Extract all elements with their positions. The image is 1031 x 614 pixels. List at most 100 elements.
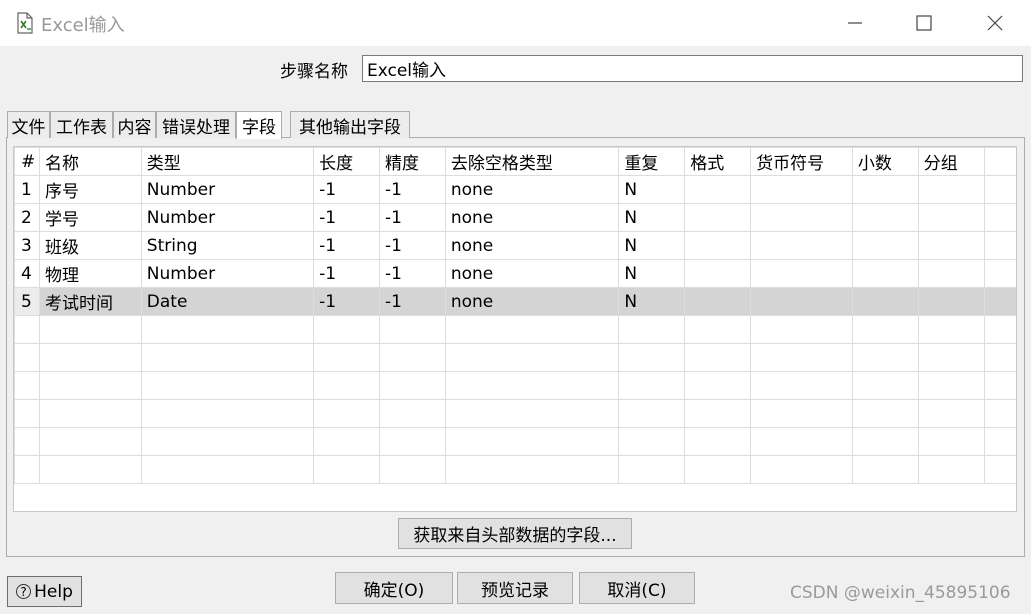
cell-precision[interactable] <box>379 455 446 484</box>
cell-name[interactable] <box>38 371 142 400</box>
cell-currency[interactable] <box>750 315 853 344</box>
empty-table-row[interactable] <box>14 371 1016 400</box>
row-index-cell[interactable] <box>14 455 40 484</box>
ok-button[interactable]: 确定(O) <box>335 572 453 604</box>
cell-decimal[interactable] <box>851 175 919 204</box>
cell-currency[interactable] <box>750 203 853 232</box>
empty-table-row[interactable] <box>14 315 1016 344</box>
cell-repeat[interactable] <box>618 371 686 400</box>
cell-length[interactable] <box>313 399 380 428</box>
close-button[interactable] <box>972 0 1018 46</box>
cell-format[interactable] <box>684 343 752 372</box>
row-index-cell[interactable]: 1 <box>14 175 40 204</box>
table-row[interactable]: 3 班级 String -1 -1 none N <box>14 231 1016 260</box>
column-header-precision[interactable]: 精度 <box>379 147 446 176</box>
cell-name[interactable]: 物理 <box>38 259 142 288</box>
cell-decimal[interactable] <box>851 287 919 316</box>
cell-decimal[interactable] <box>851 399 919 428</box>
cell-group[interactable] <box>917 399 985 428</box>
cell-format[interactable] <box>684 287 752 316</box>
tab-fields[interactable]: 字段 <box>236 111 282 139</box>
cell-type[interactable] <box>140 315 315 344</box>
cell-repeat[interactable] <box>618 427 686 456</box>
cell-group[interactable] <box>917 175 985 204</box>
tab-content[interactable]: 内容 <box>113 111 156 138</box>
cell-type[interactable]: Number <box>140 203 315 232</box>
cell-repeat[interactable] <box>618 455 686 484</box>
table-row[interactable]: 5 考试时间 Date -1 -1 none N <box>14 287 1016 316</box>
cell-repeat[interactable]: N <box>618 203 686 232</box>
row-index-cell[interactable] <box>14 371 40 400</box>
cell-group[interactable] <box>917 203 985 232</box>
cell-decimal[interactable] <box>851 427 919 456</box>
cell-format[interactable] <box>684 175 752 204</box>
cell-repeat[interactable] <box>618 343 686 372</box>
column-header-decimal[interactable]: 小数 <box>851 147 919 176</box>
cell-decimal[interactable] <box>851 259 919 288</box>
cell-repeat[interactable]: N <box>618 231 686 260</box>
row-index-cell[interactable] <box>14 343 40 372</box>
cell-decimal[interactable] <box>851 203 919 232</box>
column-header-type[interactable]: 类型 <box>140 147 315 176</box>
cell-type[interactable] <box>140 455 315 484</box>
preview-records-button[interactable]: 预览记录 <box>457 572 573 604</box>
row-index-cell[interactable]: 3 <box>14 231 40 260</box>
cell-group[interactable] <box>917 259 985 288</box>
column-header-format[interactable]: 格式 <box>684 147 752 176</box>
row-index-cell[interactable] <box>14 399 40 428</box>
cell-type[interactable]: Number <box>140 259 315 288</box>
cell-group[interactable] <box>917 343 985 372</box>
cell-repeat[interactable]: N <box>618 287 686 316</box>
cell-length[interactable] <box>313 427 380 456</box>
column-header-length[interactable]: 长度 <box>313 147 380 176</box>
cell-length[interactable]: -1 <box>313 259 380 288</box>
cell-group[interactable] <box>917 315 985 344</box>
cell-group[interactable] <box>917 455 985 484</box>
empty-table-row[interactable] <box>14 455 1016 484</box>
cancel-button[interactable]: 取消(C) <box>579 572 695 604</box>
cell-length[interactable] <box>313 343 380 372</box>
cell-currency[interactable] <box>750 427 853 456</box>
cell-format[interactable] <box>684 371 752 400</box>
cell-name[interactable] <box>38 399 142 428</box>
cell-currency[interactable] <box>750 399 853 428</box>
cell-format[interactable] <box>684 315 752 344</box>
row-index-cell[interactable]: 2 <box>14 203 40 232</box>
get-fields-from-header-button[interactable]: 获取来自头部数据的字段... <box>398 518 632 549</box>
cell-repeat[interactable] <box>618 315 686 344</box>
cell-precision[interactable]: -1 <box>379 287 446 316</box>
cell-name[interactable] <box>38 315 142 344</box>
cell-precision[interactable] <box>379 399 446 428</box>
empty-table-row[interactable] <box>14 427 1016 456</box>
cell-precision[interactable] <box>379 427 446 456</box>
minimize-button[interactable] <box>832 0 878 46</box>
cell-repeat[interactable] <box>618 399 686 428</box>
cell-currency[interactable] <box>750 231 853 260</box>
cell-format[interactable] <box>684 203 752 232</box>
column-header-repeat[interactable]: 重复 <box>618 147 686 176</box>
cell-format[interactable] <box>684 231 752 260</box>
cell-precision[interactable] <box>379 343 446 372</box>
table-row[interactable]: 1 序号 Number -1 -1 none N <box>14 175 1016 204</box>
cell-type[interactable] <box>140 371 315 400</box>
cell-precision[interactable]: -1 <box>379 175 446 204</box>
cell-type[interactable] <box>140 427 315 456</box>
tab-other-output-fields[interactable]: 其他输出字段 <box>290 111 410 138</box>
empty-table-row[interactable] <box>14 343 1016 372</box>
row-index-cell[interactable]: 5 <box>14 287 40 316</box>
cell-repeat[interactable]: N <box>618 259 686 288</box>
row-index-cell[interactable] <box>14 315 40 344</box>
cell-type[interactable] <box>140 399 315 428</box>
cell-name[interactable] <box>38 455 142 484</box>
cell-name[interactable]: 班级 <box>38 231 142 260</box>
cell-length[interactable] <box>313 315 380 344</box>
cell-trim-type[interactable]: none <box>444 259 620 288</box>
cell-trim-type[interactable] <box>444 371 620 400</box>
row-index-cell[interactable]: 4 <box>14 259 40 288</box>
cell-trim-type[interactable]: none <box>444 175 620 204</box>
cell-trim-type[interactable] <box>444 427 620 456</box>
table-row[interactable]: 4 物理 Number -1 -1 none N <box>14 259 1016 288</box>
cell-trim-type[interactable] <box>444 455 620 484</box>
step-name-input[interactable] <box>362 55 1023 82</box>
cell-decimal[interactable] <box>851 455 919 484</box>
